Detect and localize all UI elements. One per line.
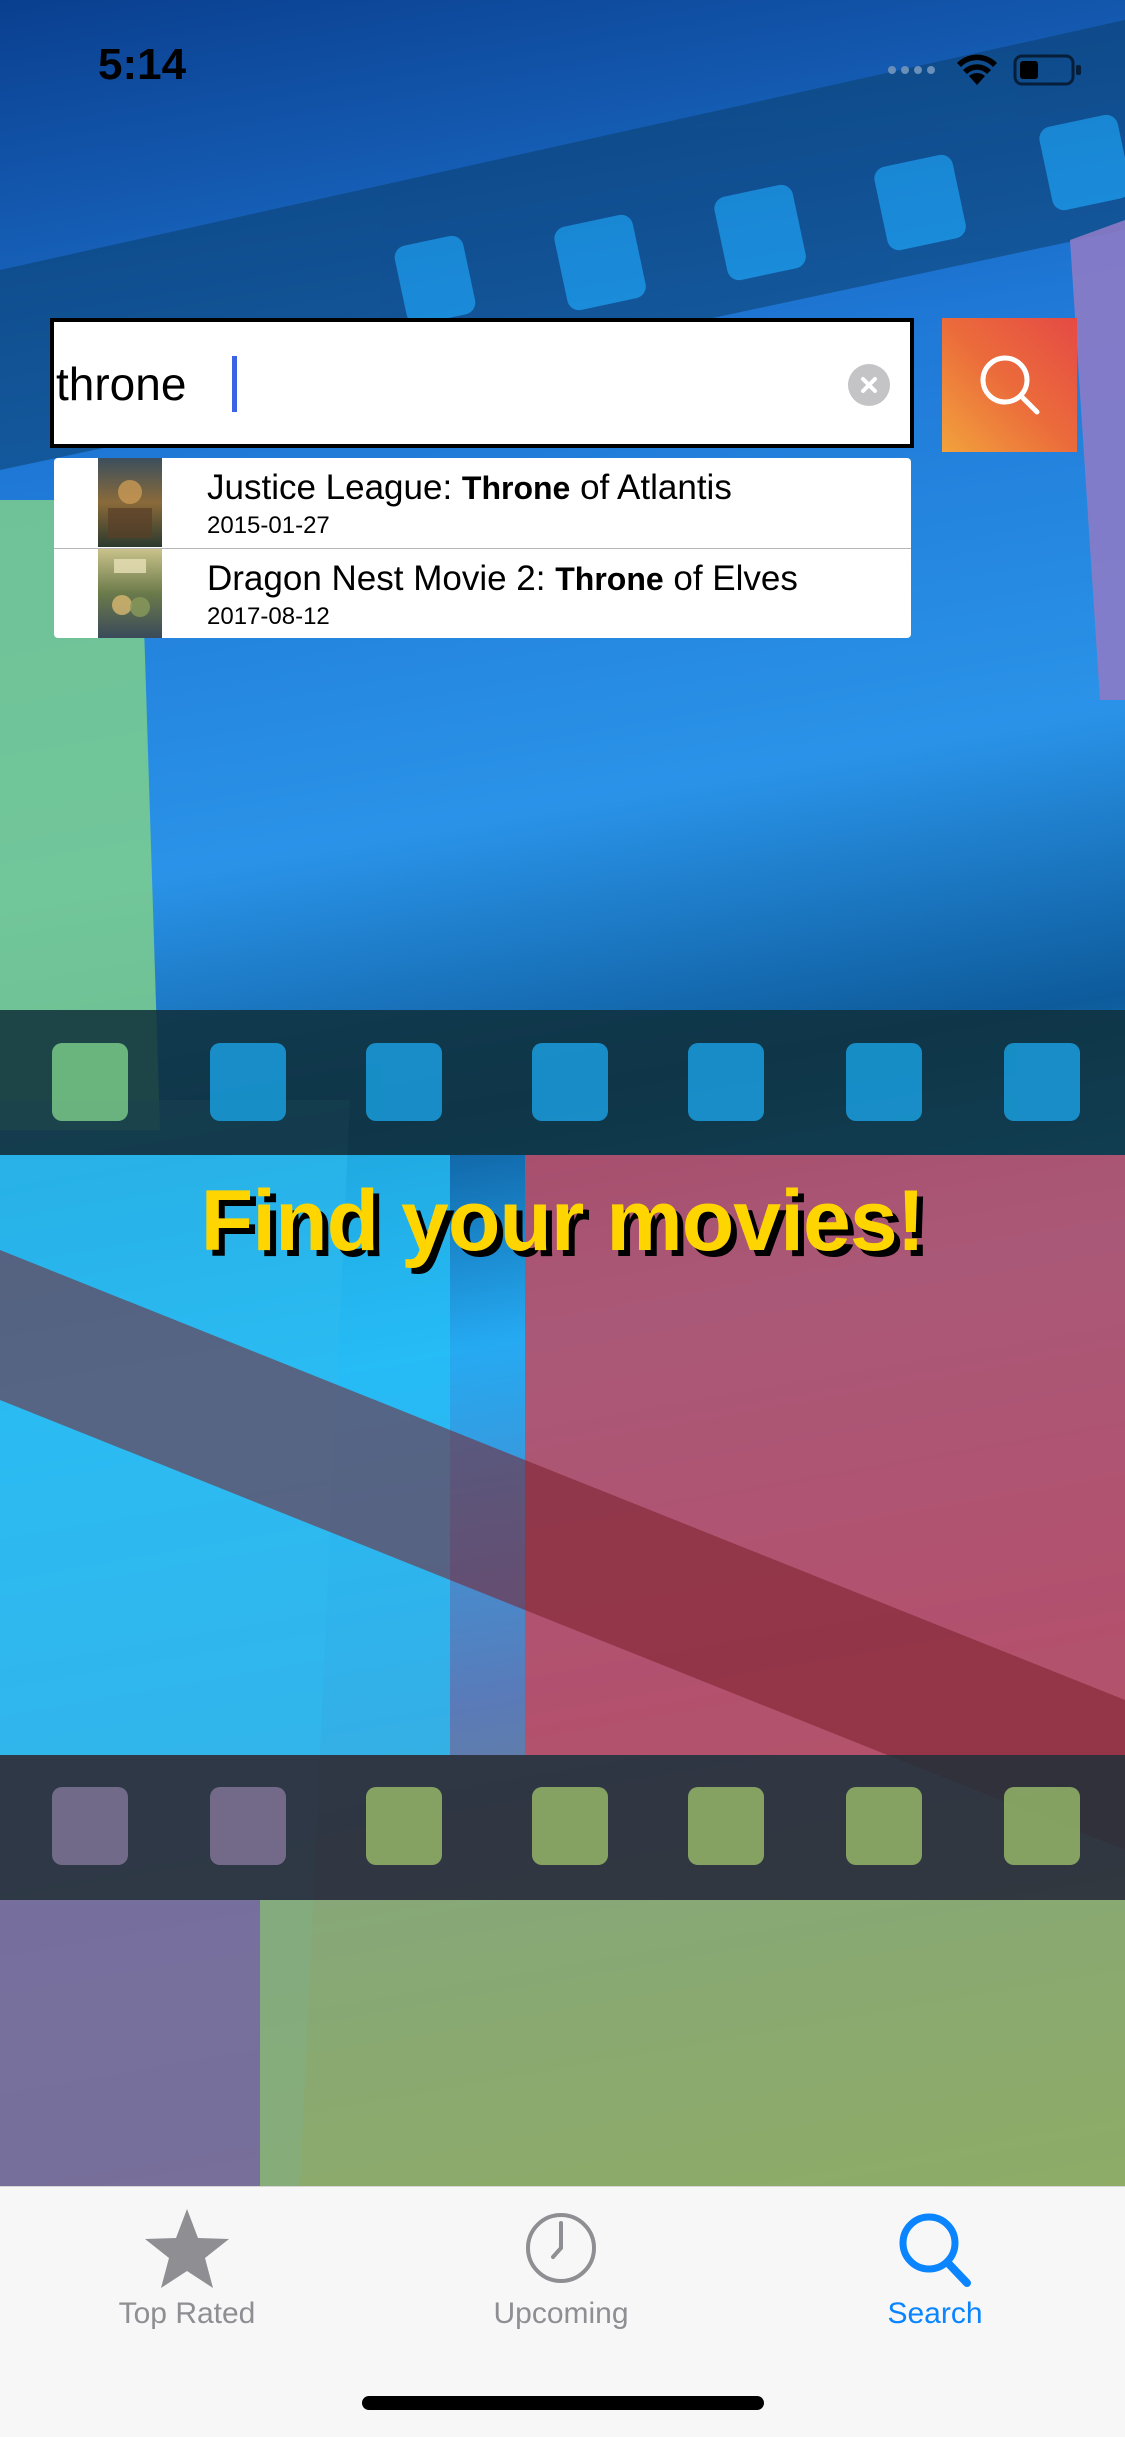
result-date: 2017-08-12 [207,603,330,630]
clear-circle-icon [861,377,877,393]
tab-label: Top Rated [118,2297,256,2330]
magnifier-icon [980,355,1039,415]
star-icon [145,2209,229,2288]
tab-label: Upcoming [493,2297,629,2330]
poster-thumbnail [98,458,162,547]
wifi-icon [957,54,997,85]
search-icon [899,2213,971,2287]
status-icons [887,50,1083,90]
clear-button[interactable] [848,364,890,406]
clock-icon [526,2213,596,2283]
result-item[interactable]: Dragon Nest Movie 2: Throne of Elves 201… [54,548,911,638]
tab-top-rated[interactable]: Top Rated [62,2205,312,2331]
result-date: 2015-01-27 [207,512,330,539]
battery-icon [1013,54,1081,86]
result-item[interactable]: Justice League: Throne of Atlantis 2015-… [54,458,911,547]
tab-label: Search [887,2297,983,2330]
status-time: 5:14 [98,40,187,89]
poster-thumbnail [98,549,162,638]
search-results-list: Justice League: Throne of Atlantis 2015-… [54,458,911,638]
result-title: Dragon Nest Movie 2: Throne of Elves [207,559,798,598]
search-input[interactable] [54,322,838,446]
headline: Find your movies! [200,1173,926,1269]
result-title: Justice League: Throne of Atlantis [207,468,732,507]
search-button[interactable] [942,318,1077,452]
search-field[interactable] [50,318,914,448]
home-indicator[interactable] [362,2396,764,2410]
signal-dots-icon [888,66,935,74]
status-bar: 5:14 [0,0,1125,140]
text-caret [232,356,237,412]
tab-upcoming[interactable]: Upcoming [436,2205,686,2331]
tab-search[interactable]: Search [810,2205,1060,2331]
